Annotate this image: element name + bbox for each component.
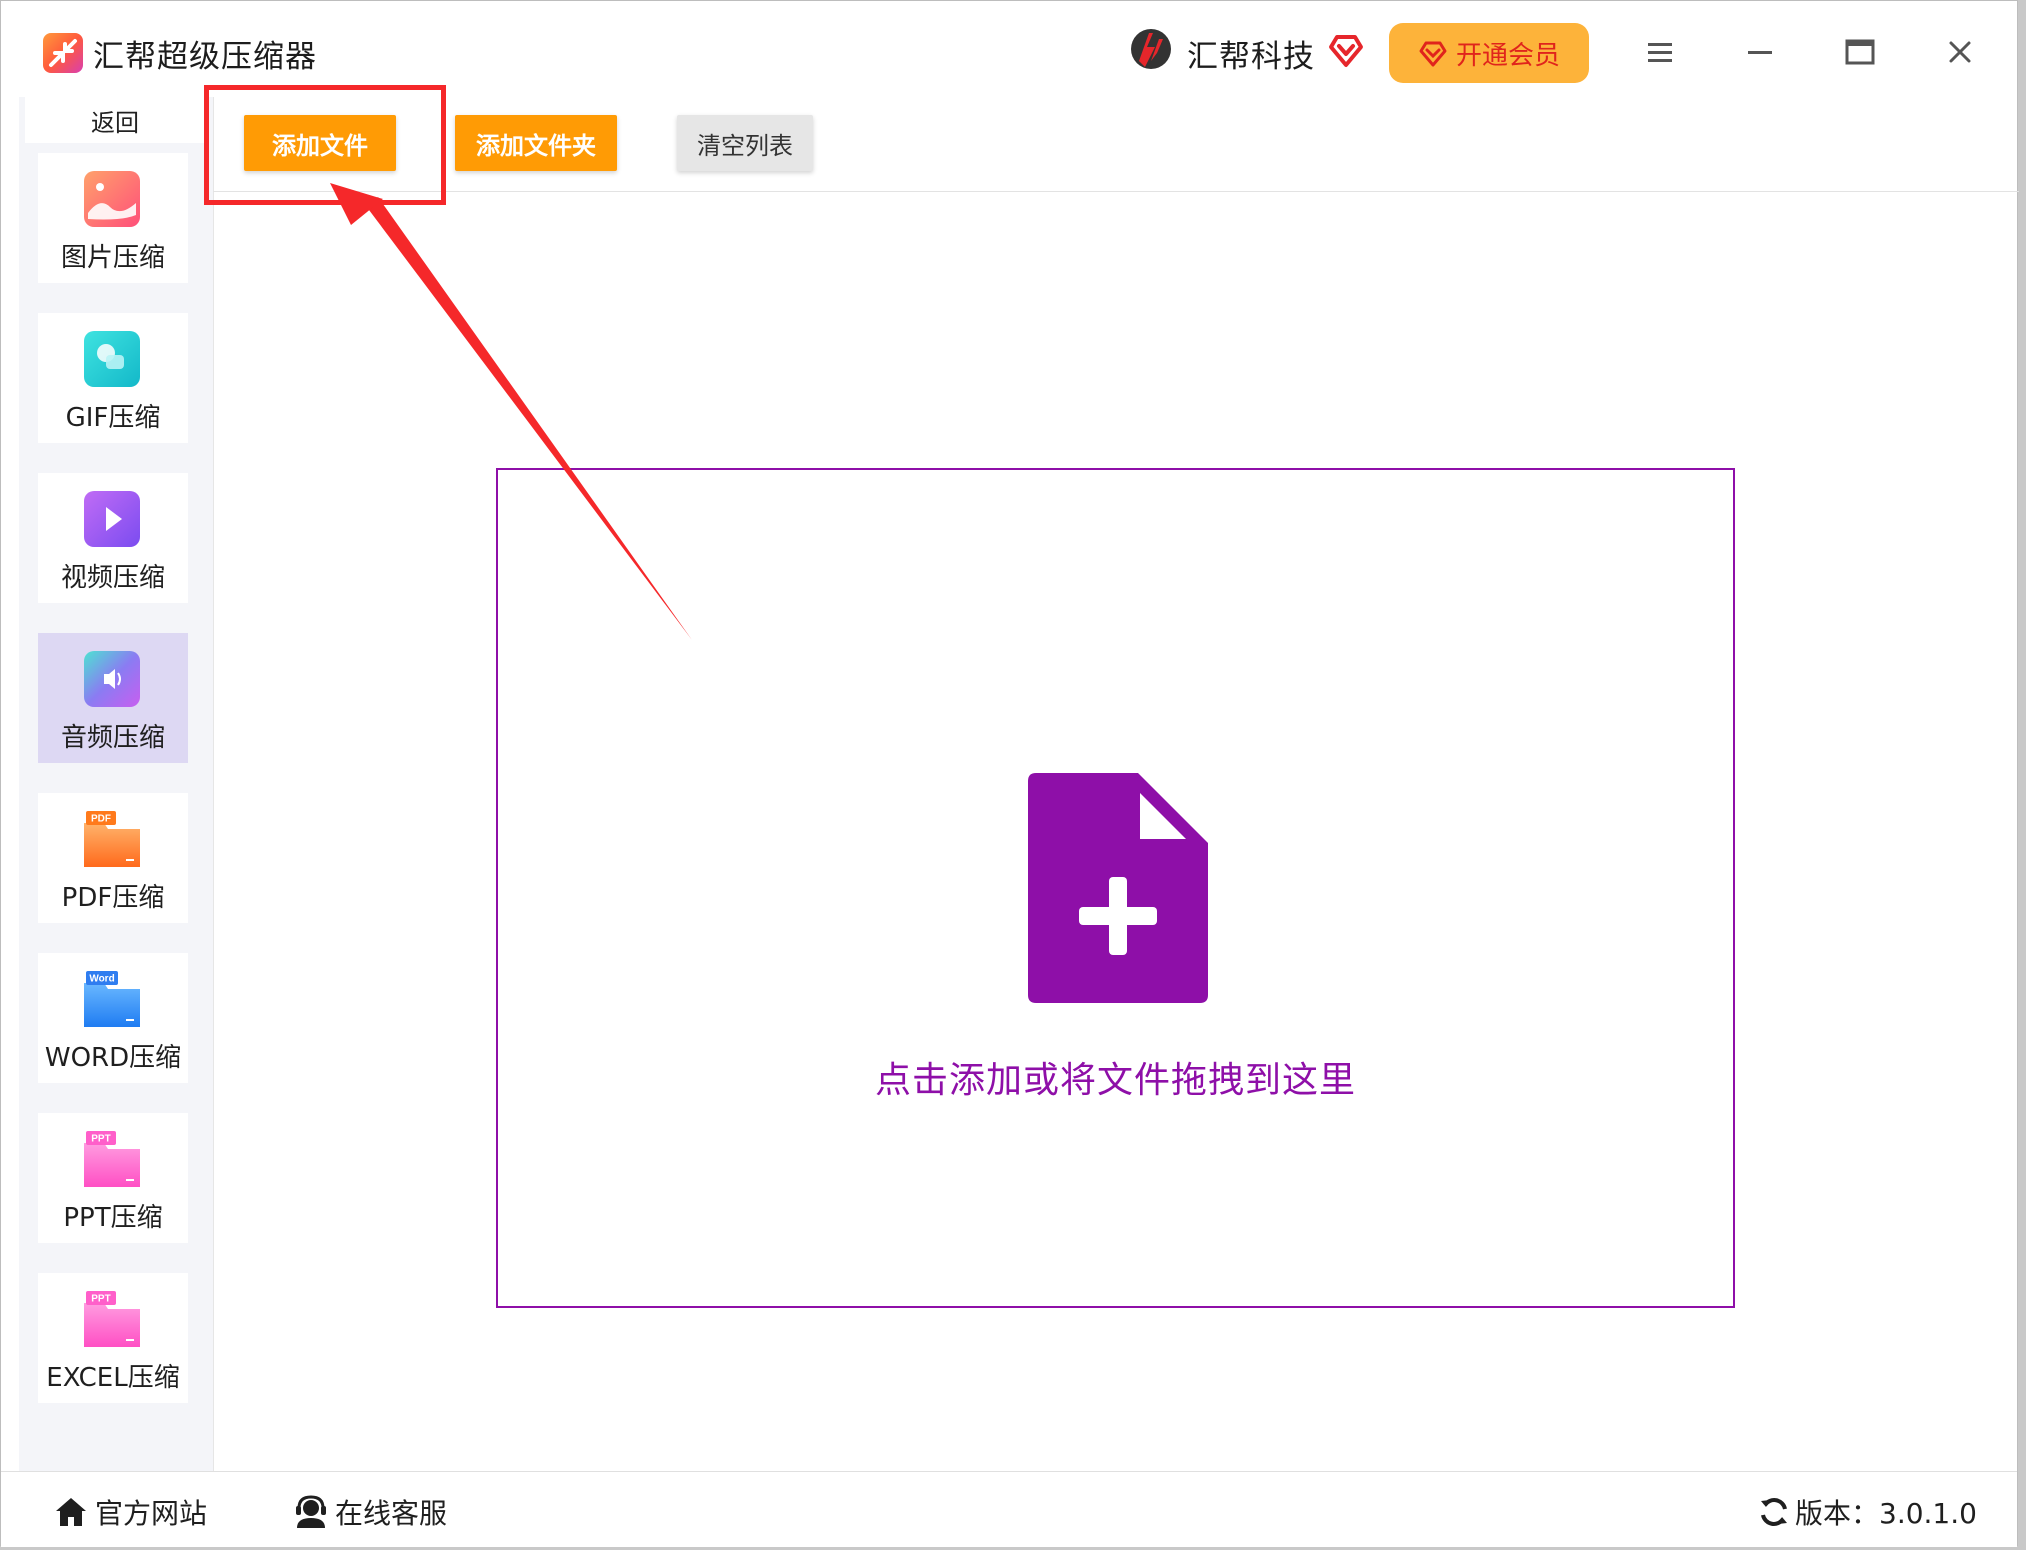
clear-list-button[interactable]: 清空列表 [677, 115, 813, 171]
online-support-link[interactable]: 在线客服 [293, 1492, 447, 1532]
sidebar-item-label: GIF压缩 [65, 403, 161, 433]
footer: 官方网站 在线客服 版本：3.0.1.0 [1, 1471, 2017, 1547]
annotation-highlight-box [204, 85, 446, 205]
sidebar-divider [213, 97, 214, 1471]
maximize-button[interactable] [1837, 29, 1883, 75]
sidebar-item-word[interactable]: Word WORD压缩 [38, 953, 188, 1083]
close-icon [1949, 41, 1971, 63]
file-drop-zone[interactable]: 点击添加或将文件拖拽到这里 [496, 468, 1735, 1308]
home-icon [56, 1498, 86, 1526]
back-button[interactable]: 返回 [25, 97, 205, 143]
diamond-heart-icon [1327, 31, 1365, 69]
pdf-folder-icon: PDF [82, 809, 142, 869]
gif-icon [82, 329, 142, 389]
toolbar-divider [213, 191, 2019, 192]
sidebar-item-video[interactable]: 视频压缩 [38, 473, 188, 603]
sidebar-item-label: PPT压缩 [63, 1203, 163, 1233]
brand-logo-icon [1125, 23, 1177, 75]
word-folder-icon: Word [82, 969, 142, 1029]
close-button[interactable] [1937, 29, 1983, 75]
vip-diamond-icon [1419, 41, 1447, 67]
sidebar-item-label: 图片压缩 [60, 243, 165, 273]
ppt-badge: PPT [91, 1134, 110, 1145]
excel-badge: PPT [91, 1294, 110, 1305]
audio-icon [82, 649, 142, 709]
brand-name: 汇帮科技 [1187, 39, 1315, 75]
ppt-folder-icon: PPT [82, 1129, 142, 1189]
version-label: 版本：3.0.1.0 [1795, 1497, 1977, 1530]
app-logo-icon [43, 33, 83, 73]
video-icon [82, 489, 142, 549]
sidebar-item-gif[interactable]: GIF压缩 [38, 313, 188, 443]
vip-button-label: 开通会员 [1455, 40, 1560, 71]
sidebar-item-audio[interactable]: 音频压缩 [38, 633, 188, 763]
sidebar-item-label: 视频压缩 [60, 563, 165, 593]
refresh-icon [1761, 1498, 1787, 1526]
version-info: 版本：3.0.1.0 [1757, 1492, 1977, 1532]
minimize-icon [1748, 51, 1772, 54]
online-support-label: 在线客服 [335, 1497, 448, 1530]
add-file-icon [1028, 773, 1208, 1003]
maximize-icon [1845, 39, 1875, 65]
sidebar-item-label: WORD压缩 [44, 1043, 182, 1073]
word-badge: Word [89, 974, 114, 985]
sidebar-item-ppt[interactable]: PPT PPT压缩 [38, 1113, 188, 1243]
hamburger-menu-icon [1648, 43, 1672, 62]
app-window: 汇帮超级压缩器 汇帮科技 开通会员 返回 图片压缩 GIF压缩 视频压缩 音频压… [0, 0, 2019, 1547]
sidebar: 返回 图片压缩 GIF压缩 视频压缩 音频压缩 PDF PDF压缩 Word W… [19, 97, 213, 1471]
sidebar-item-excel[interactable]: PPT EXCEL压缩 [38, 1273, 188, 1403]
minimize-button[interactable] [1737, 29, 1783, 75]
official-website-link[interactable]: 官方网站 [53, 1492, 207, 1532]
drop-zone-hint: 点击添加或将文件拖拽到这里 [874, 1060, 1356, 1101]
customer-service-icon [296, 1495, 326, 1528]
sidebar-item-label: PDF压缩 [61, 883, 165, 913]
menu-button[interactable] [1637, 29, 1683, 75]
pdf-badge: PDF [91, 814, 111, 825]
sidebar-item-label: 音频压缩 [60, 723, 165, 753]
image-icon [82, 169, 142, 229]
excel-folder-icon: PPT [82, 1289, 142, 1349]
sidebar-item-label: EXCEL压缩 [46, 1363, 180, 1393]
app-title: 汇帮超级压缩器 [93, 39, 317, 75]
add-folder-button[interactable]: 添加文件夹 [455, 115, 617, 171]
sidebar-item-image[interactable]: 图片压缩 [38, 153, 188, 283]
vip-button[interactable]: 开通会员 [1389, 23, 1589, 83]
sidebar-item-pdf[interactable]: PDF PDF压缩 [38, 793, 188, 923]
official-website-label: 官方网站 [95, 1497, 208, 1530]
